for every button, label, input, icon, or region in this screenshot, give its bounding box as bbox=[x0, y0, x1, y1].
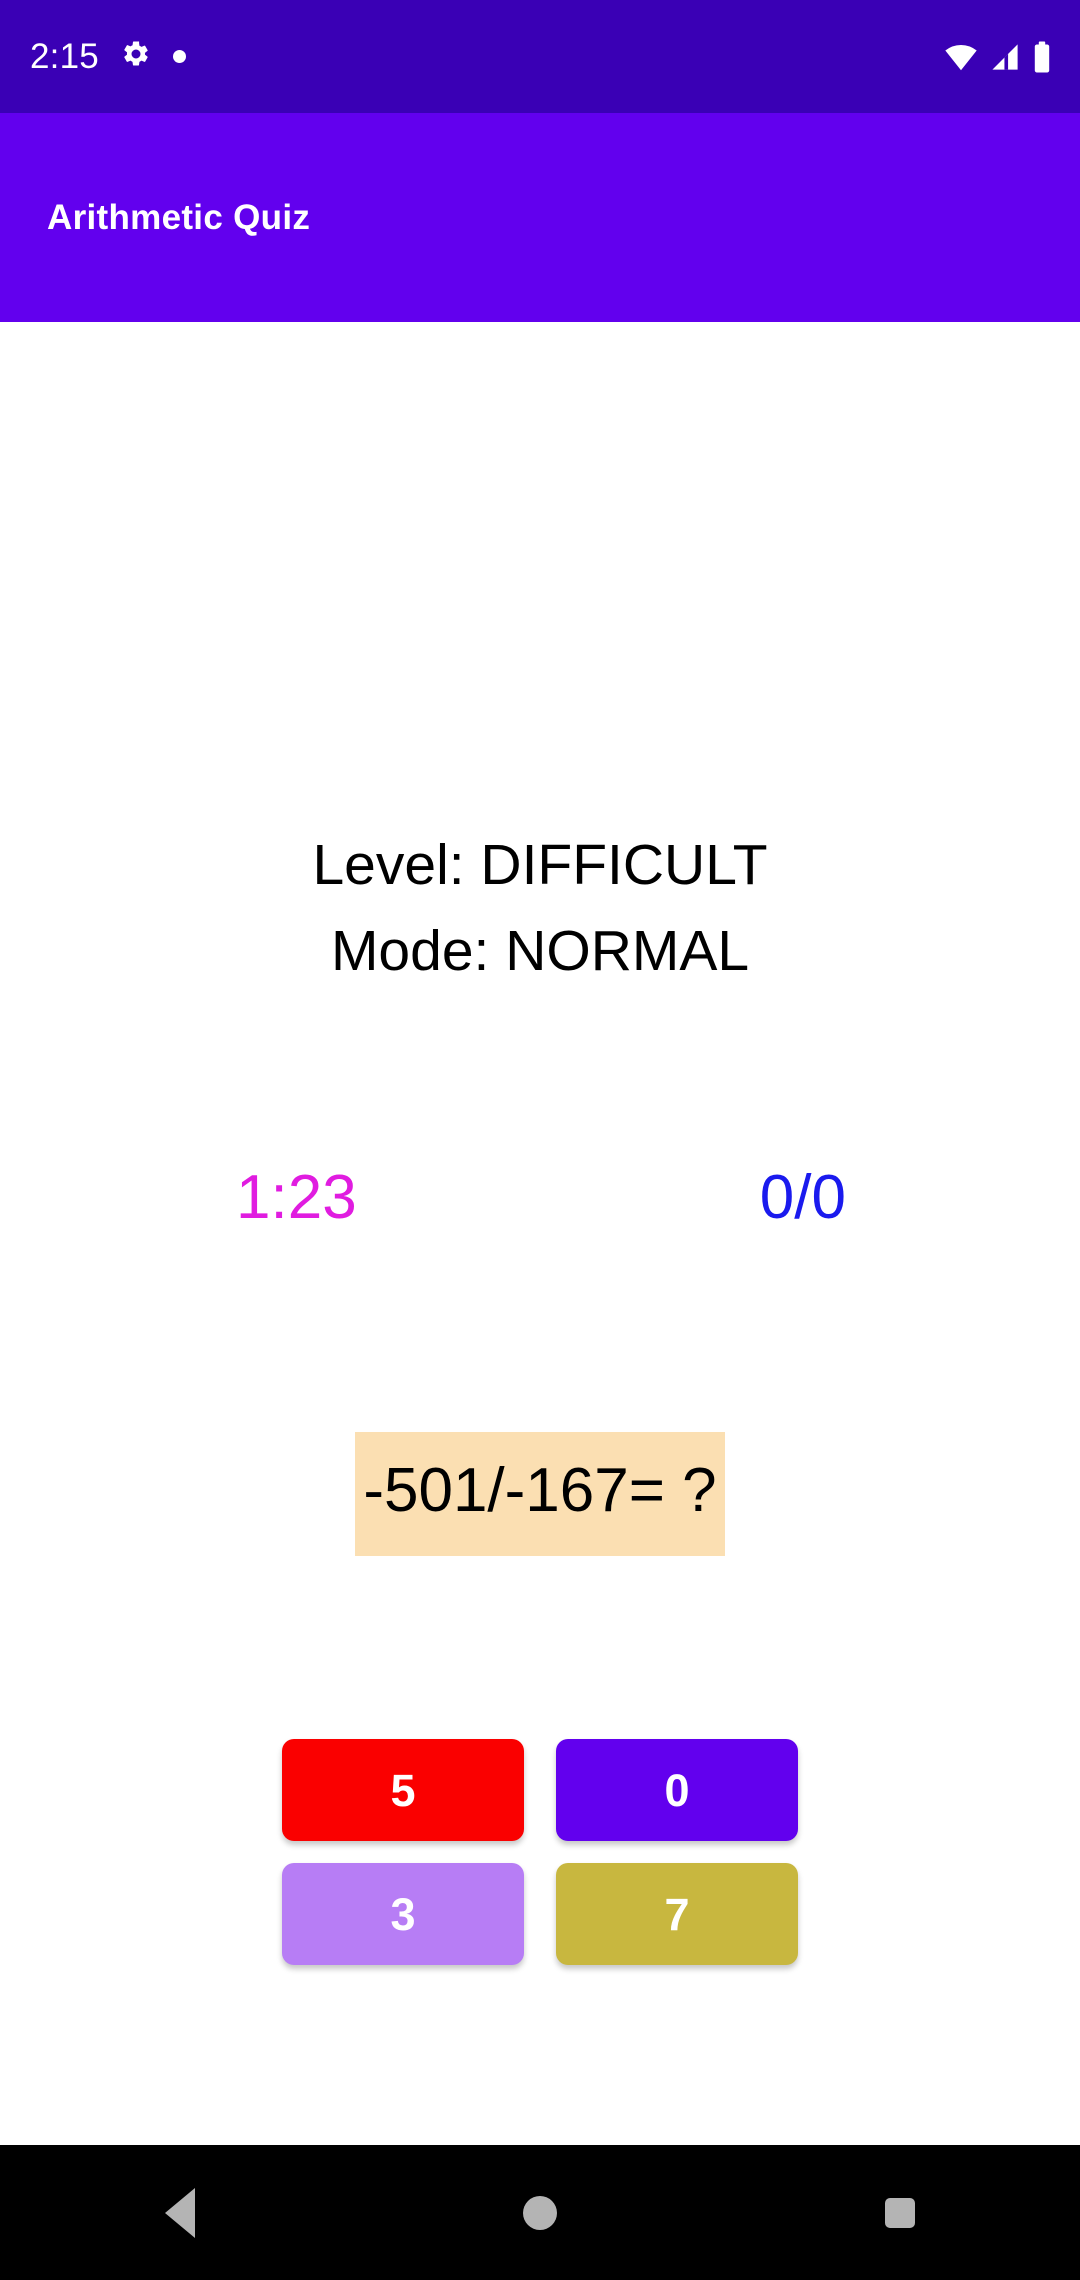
answer-button-2[interactable]: 0 bbox=[556, 1739, 798, 1841]
recents-square-icon bbox=[885, 2197, 915, 2228]
back-triangle-icon bbox=[165, 2187, 195, 2238]
answer-button-4[interactable]: 7 bbox=[556, 1863, 798, 1965]
status-bar-right bbox=[944, 41, 1052, 73]
answer-row-1: 5 0 bbox=[282, 1739, 798, 1841]
answer-grid: 5 0 3 7 bbox=[0, 1739, 1080, 1965]
wifi-icon bbox=[944, 43, 978, 71]
mode-label: Mode: NORMAL bbox=[330, 919, 750, 983]
app-title: Arithmetic Quiz bbox=[47, 197, 311, 237]
level-mode-block: Level: DIFFICULT Mode: NORMAL bbox=[0, 822, 1080, 994]
nav-back-button[interactable] bbox=[90, 2145, 270, 2280]
battery-icon bbox=[1032, 41, 1052, 73]
status-bar-left: 2:15 bbox=[30, 39, 186, 74]
nav-home-button[interactable] bbox=[450, 2145, 630, 2280]
app-bar: Arithmetic Quiz bbox=[0, 113, 1080, 322]
status-bar: 2:15 bbox=[0, 0, 1080, 113]
android-nav-bar bbox=[0, 2145, 1080, 2280]
gear-icon bbox=[121, 39, 151, 74]
status-clock: 2:15 bbox=[30, 37, 99, 76]
question-wrapper: -501/-167= ? bbox=[0, 1432, 1080, 1556]
timer-display: 1:23 bbox=[236, 1163, 357, 1232]
phone-screen: 2:15 Arithmetic Quiz Level: DIFFICULT Mo… bbox=[0, 0, 1080, 2280]
answer-button-1[interactable]: 5 bbox=[282, 1739, 524, 1841]
home-circle-icon bbox=[523, 2195, 557, 2230]
nav-recents-button[interactable] bbox=[810, 2145, 990, 2280]
answer-row-2: 3 7 bbox=[282, 1863, 798, 1965]
cellular-signal-icon bbox=[989, 43, 1021, 71]
main-content: Level: DIFFICULT Mode: NORMAL 1:23 0/0 -… bbox=[0, 322, 1080, 2145]
dot-icon bbox=[172, 50, 186, 63]
score-display: 0/0 bbox=[759, 1163, 846, 1232]
answer-button-3[interactable]: 3 bbox=[282, 1863, 524, 1965]
level-label: Level: DIFFICULT bbox=[312, 833, 768, 897]
question-text: -501/-167= ? bbox=[355, 1432, 725, 1556]
stats-row: 1:23 0/0 bbox=[236, 1167, 846, 1229]
